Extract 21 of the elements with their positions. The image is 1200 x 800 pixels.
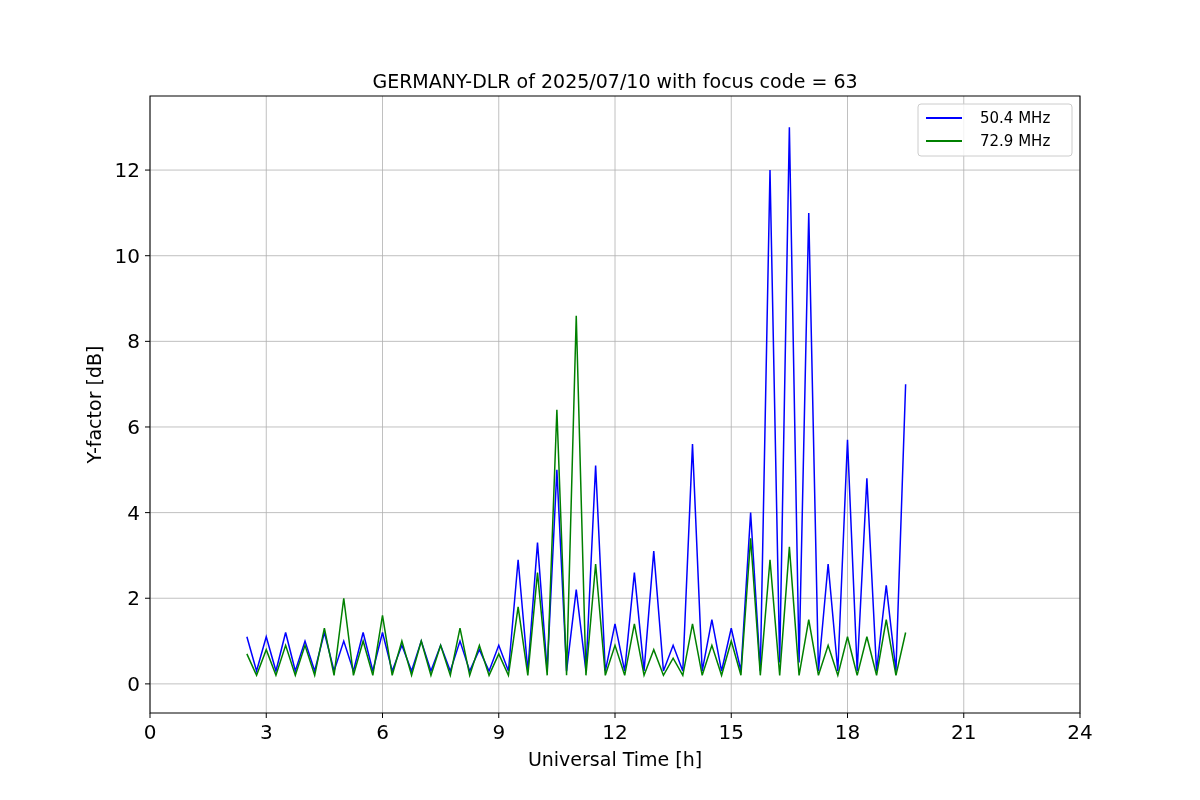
- tick-label: 8: [127, 329, 140, 354]
- tick-label: 0: [143, 720, 157, 744]
- x-axis-label: Universal Time [h]: [527, 748, 703, 770]
- tick-label: 3: [259, 720, 273, 744]
- tick-label: 9: [492, 720, 506, 744]
- tick-label: 24: [1067, 720, 1093, 744]
- tick-label: 2: [127, 586, 140, 611]
- tick-label: 10: [114, 243, 140, 268]
- tick-label: 0: [127, 671, 140, 696]
- tick-label: 12: [602, 720, 628, 744]
- tick-label: 12: [114, 158, 140, 183]
- tick-label: 4: [127, 500, 140, 525]
- legend-label: 72.9 MHz: [980, 132, 1051, 150]
- tick-label: 6: [127, 415, 140, 439]
- y-axis-label: Y-factor [dB]: [83, 345, 105, 464]
- chart-title: GERMANY-DLR of 2025/07/10 with focus code = 63: [372, 70, 858, 92]
- tick-label: 18: [834, 720, 861, 744]
- tick-label: 15: [718, 720, 744, 744]
- tick-label: 21: [951, 720, 977, 744]
- tick-label: 6: [376, 720, 389, 744]
- legend-label: 50.4 MHz: [980, 109, 1051, 127]
